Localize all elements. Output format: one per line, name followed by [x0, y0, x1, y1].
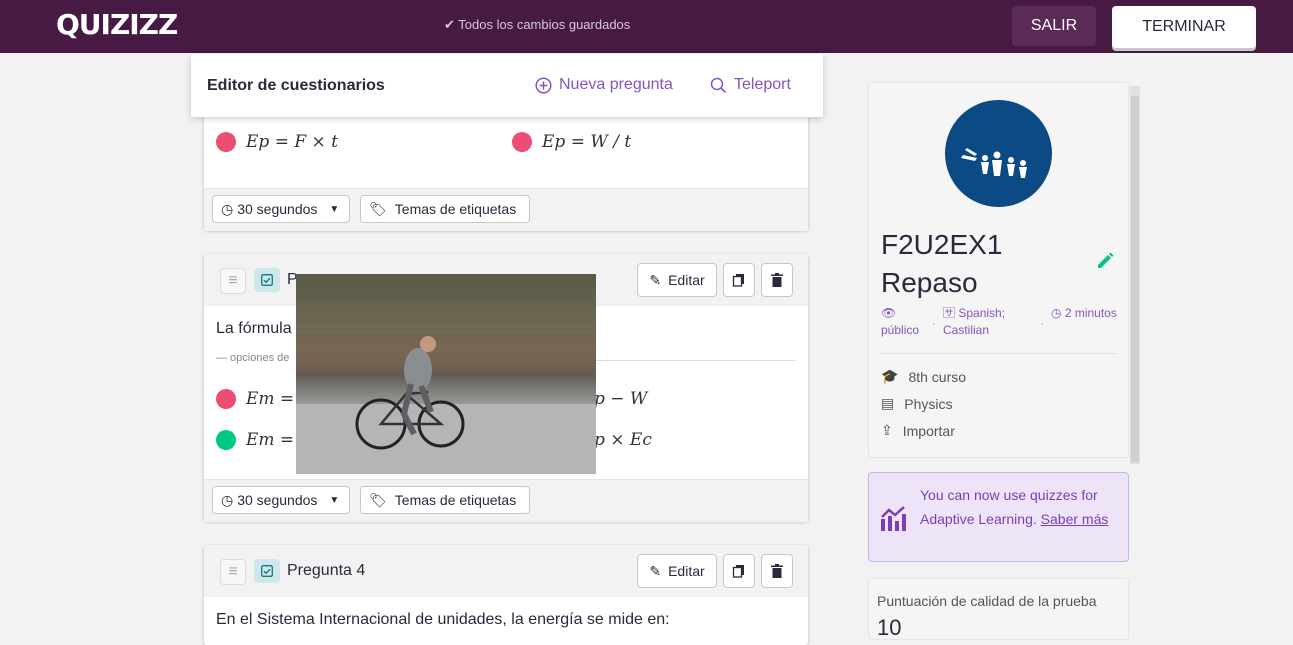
- quizizz-logo[interactable]: QUIZIZZ: [56, 8, 178, 41]
- new-question-button[interactable]: Nueva pregunta: [535, 76, 673, 94]
- formula: p − W: [594, 389, 648, 409]
- time-select[interactable]: ◷ 30 segundos ▼: [212, 486, 350, 514]
- chevron-down-icon: ▼: [329, 494, 340, 506]
- drag-handle-icon[interactable]: ≡: [220, 559, 246, 585]
- pencil-icon: ✎: [649, 271, 662, 288]
- pencil-icon: ✎: [649, 562, 662, 579]
- chart-icon: [880, 505, 908, 536]
- question-label: Pregunta 4: [287, 562, 366, 579]
- formula: p × Ec: [594, 430, 652, 450]
- language-meta: 🈂 Spanish; Castilian: [943, 306, 1006, 337]
- graduation-cap-icon: 🎓: [881, 368, 899, 384]
- incorrect-dot: [512, 132, 532, 152]
- editor-header: Editor de cuestionarios Nueva pregunta T…: [191, 54, 823, 117]
- quality-label: Puntuación de calidad de la prueba: [877, 593, 1097, 609]
- options-label: — opciones de: [216, 352, 290, 364]
- adaptive-text: You can now use quizzes for Adaptive Lea…: [920, 487, 1109, 527]
- question-card-4: ≡ Pregunta 4 ✎ Editar En el Sistema Inte…: [204, 545, 808, 645]
- book-icon: ▤: [881, 395, 895, 411]
- edit-button[interactable]: ✎ Editar: [637, 554, 717, 588]
- top-bar: QUIZIZZ ✔ Todos los cambios guardados SA…: [0, 0, 1293, 53]
- multiple-choice-icon: [254, 559, 280, 583]
- quality-score-card: Puntuación de calidad de la prueba 10: [868, 578, 1129, 640]
- drag-handle-icon[interactable]: ≡: [220, 268, 246, 294]
- grade-row: 🎓 8th curso: [881, 368, 967, 385]
- answer-option: Em = I: [216, 430, 306, 450]
- meta-separator: ·: [1040, 316, 1044, 330]
- chevron-down-icon: ▼: [329, 203, 340, 215]
- copy-icon: [732, 274, 744, 287]
- question-text: En el Sistema Internacional de unidades,…: [216, 611, 670, 628]
- duplicate-button[interactable]: [723, 263, 755, 297]
- import-button[interactable]: ⇪ Importar: [881, 422, 955, 439]
- translate-icon: 🈂: [943, 306, 956, 320]
- answer-option: Em = I: [216, 389, 306, 409]
- finish-button[interactable]: TERMINAR: [1112, 6, 1256, 48]
- teleport-button[interactable]: Teleport: [710, 76, 791, 94]
- answer-option: Ep = W / t: [512, 132, 631, 152]
- adaptive-learning-banner: You can now use quizzes for Adaptive Lea…: [868, 472, 1129, 562]
- correct-dot: [216, 430, 236, 450]
- formula: Ep = F × t: [246, 132, 339, 152]
- incorrect-dot: [216, 389, 236, 409]
- incorrect-dot: [216, 132, 236, 152]
- answer-option: Ep = F × t: [216, 132, 338, 152]
- clock-icon: ◷: [1051, 306, 1062, 320]
- quiz-info-card: F2U2EX1 Repaso 👁 público · 🈂 Spanish; Ca…: [868, 82, 1129, 458]
- formula: Ep = W / t: [542, 132, 632, 152]
- card-footer: ◷ 30 segundos ▼ 🏷 Temas de etiquetas: [204, 479, 808, 522]
- plus-circle-icon: [535, 76, 552, 94]
- save-status: ✔ Todos los cambios guardados: [444, 17, 631, 32]
- clock-icon: ◷: [221, 200, 234, 217]
- edit-pencil-icon[interactable]: [1095, 251, 1115, 276]
- quality-score: 10: [877, 615, 902, 640]
- meta-separator: ·: [932, 316, 936, 330]
- question-card-previous: Ep = F × t Ep = W / t ◷ 30 segundos ▼ 🏷 …: [204, 105, 808, 231]
- search-icon: [710, 77, 727, 93]
- quiz-title: F2U2EX1 Repaso: [881, 229, 1003, 298]
- visibility-meta: 👁 público: [881, 305, 929, 339]
- edit-button[interactable]: ✎ Editar: [637, 263, 717, 297]
- delete-button[interactable]: [761, 554, 793, 588]
- tags-button[interactable]: 🏷 Temas de etiquetas: [360, 486, 530, 514]
- exit-button[interactable]: SALIR: [1012, 6, 1096, 46]
- check-icon: ✔: [444, 17, 455, 32]
- card-header: ≡ Pregunta 4 ✎ Editar: [204, 545, 808, 597]
- quiz-cover-image[interactable]: [945, 100, 1052, 207]
- duration-meta: ◷ 2 minutos: [1051, 306, 1117, 320]
- tags-button[interactable]: 🏷 Temas de etiquetas: [360, 195, 530, 223]
- eye-icon: 👁: [881, 306, 897, 320]
- trash-icon: [771, 564, 783, 578]
- learn-more-link[interactable]: Saber más: [1041, 511, 1109, 527]
- duplicate-button[interactable]: [723, 554, 755, 588]
- import-icon: ⇪: [881, 422, 893, 438]
- copy-icon: [732, 565, 744, 578]
- tag-icon: 🏷: [369, 491, 387, 508]
- scrollbar-thumb[interactable]: [1131, 96, 1139, 462]
- divider: [881, 353, 1117, 354]
- sidebar-scrollbar[interactable]: [1130, 86, 1140, 464]
- card-footer: ◷ 30 segundos ▼ 🏷 Temas de etiquetas: [204, 188, 808, 231]
- delete-button[interactable]: [761, 263, 793, 297]
- editor-title: Editor de cuestionarios: [207, 77, 385, 94]
- multiple-choice-icon: [254, 268, 280, 292]
- question-text: La fórmula: [216, 320, 292, 337]
- tag-icon: 🏷: [369, 200, 387, 217]
- cyclist-image: [296, 274, 596, 474]
- trash-icon: [771, 273, 783, 287]
- clock-icon: ◷: [221, 491, 234, 508]
- time-select[interactable]: ◷ 30 segundos ▼: [212, 195, 350, 223]
- subject-row: ▤ Physics: [881, 395, 953, 412]
